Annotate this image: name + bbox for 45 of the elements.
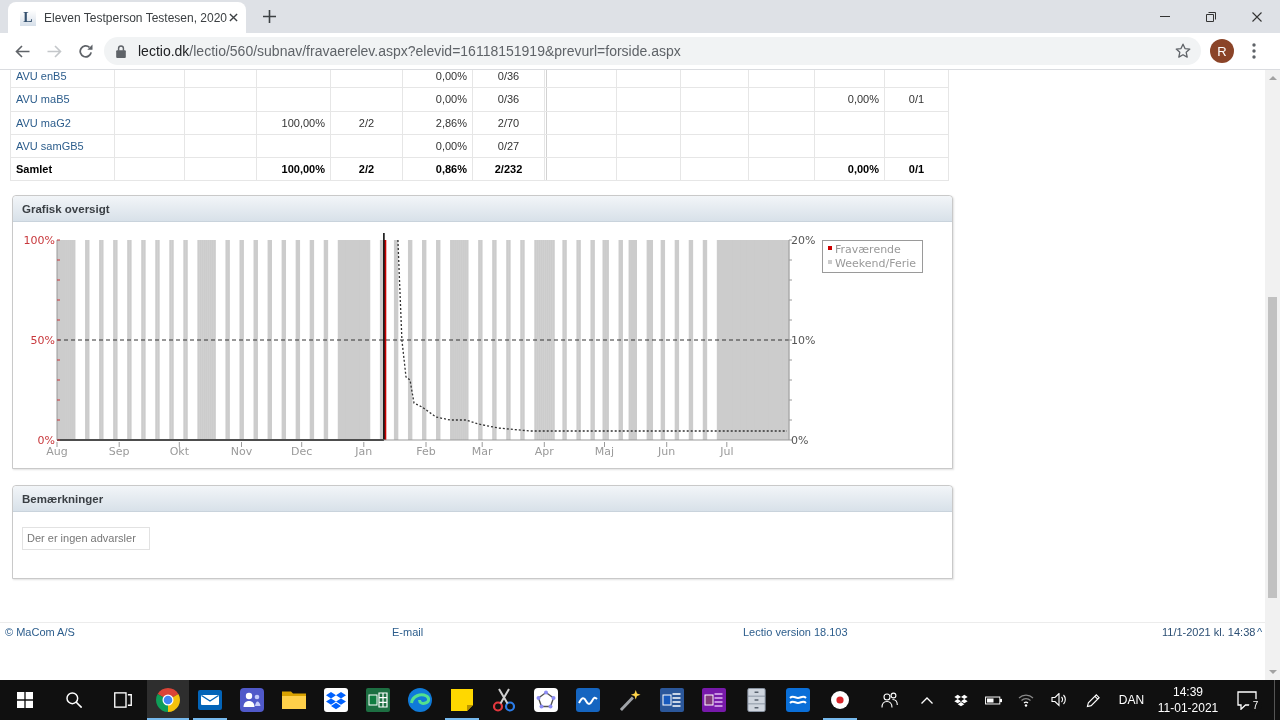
- table-cell: 0,86%: [435, 163, 467, 176]
- axis-label: 50%: [30, 334, 55, 348]
- axis-label: 100%: [23, 234, 55, 248]
- axis-label: Maj: [594, 445, 615, 459]
- timestamp: 11/1-2021 kl. 14:38: [1162, 626, 1256, 639]
- table-cell: 2/2: [358, 116, 375, 129]
- total-label: Samlet: [16, 163, 53, 176]
- table-cell: 0,00%: [435, 139, 467, 152]
- panel-title: Bemærkninger: [22, 492, 104, 505]
- table-cell: 0/1: [908, 163, 925, 176]
- table-cell: 2,86%: [435, 116, 467, 129]
- table-cell: 0/27: [497, 139, 520, 152]
- table-cell: 0/1: [908, 93, 925, 106]
- legend-label: Weekend/Ferie: [835, 257, 916, 271]
- axis-label: Mar: [471, 445, 493, 459]
- legend-label: Fraværende: [835, 243, 901, 257]
- table-cell: 0,00%: [435, 70, 467, 83]
- table-cell: 2/2: [358, 163, 375, 176]
- axis-label: 0%: [791, 434, 809, 448]
- empty-notice: Der er ingen advarsler: [22, 527, 150, 551]
- axis-label: Jan: [355, 445, 373, 459]
- table-cell: 0,00%: [847, 93, 879, 106]
- table-cell: 0,00%: [435, 93, 467, 106]
- axis-label: Jun: [658, 445, 676, 459]
- axis-label: Aug: [46, 445, 68, 459]
- axis-label: Nov: [230, 445, 253, 459]
- tab-title: Eleven Testperson Testesen, 2020: [44, 10, 228, 25]
- axis-label: Apr: [534, 445, 554, 459]
- axis-label: Sep: [108, 445, 130, 459]
- table-cell: 0/36: [497, 70, 520, 83]
- site-favicon: L: [20, 9, 36, 26]
- table-cell: 2/232: [494, 163, 523, 176]
- axis-label: Okt: [169, 445, 189, 459]
- panel-title: Grafisk oversigt: [22, 202, 110, 215]
- table-cell: 100,00%: [281, 163, 325, 176]
- axis-label: Feb: [416, 445, 436, 459]
- axis-label: Jul: [720, 445, 734, 459]
- table-cell: 0/36: [497, 93, 520, 106]
- axis-label: Dec: [291, 445, 313, 459]
- axis-label: 10%: [791, 334, 816, 348]
- axis-label: 20%: [791, 234, 816, 248]
- table-cell: 100,00%: [281, 116, 325, 129]
- axis-label: 0%: [37, 434, 55, 448]
- table-cell: 0,00%: [847, 163, 879, 176]
- table-cell: 2/70: [497, 116, 520, 129]
